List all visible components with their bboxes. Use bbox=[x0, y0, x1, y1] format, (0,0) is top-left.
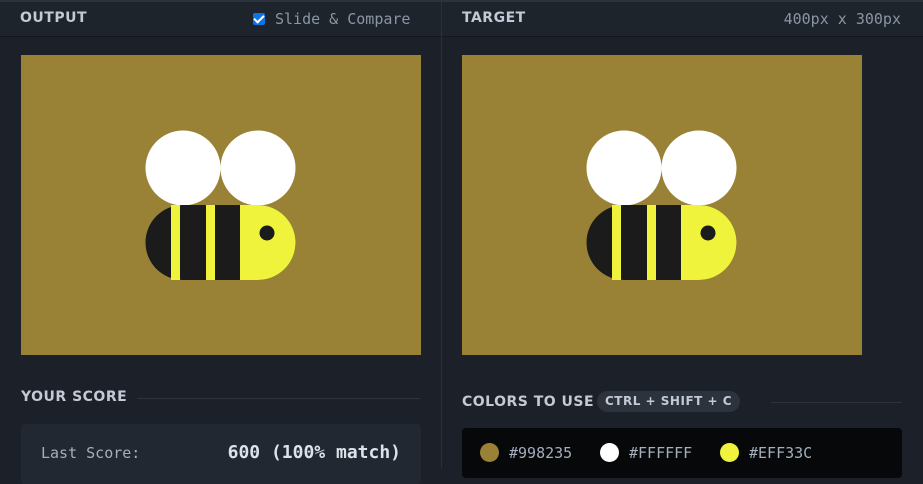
swatch-1[interactable]: #FFFFFF bbox=[600, 443, 692, 462]
bee-wing-left bbox=[145, 130, 221, 206]
swatch-label: #EFF33C bbox=[749, 443, 813, 462]
target-stripe-2 bbox=[647, 205, 656, 280]
color-dot bbox=[720, 443, 739, 462]
color-dot bbox=[480, 443, 499, 462]
output-bee-image bbox=[21, 55, 421, 355]
app: OUTPUT Slide & Compare YOUR SCORE Last S… bbox=[0, 0, 923, 484]
target-wing-right bbox=[661, 130, 737, 206]
target-canvas bbox=[462, 55, 862, 355]
output-title: OUTPUT bbox=[20, 10, 87, 26]
swatch-2[interactable]: #EFF33C bbox=[720, 443, 812, 462]
target-bee-image bbox=[462, 55, 862, 355]
color-dot bbox=[600, 443, 619, 462]
score-heading: YOUR SCORE bbox=[21, 389, 128, 405]
output-canvas[interactable] bbox=[21, 55, 421, 355]
last-score-card: Last Score: 600 (100% match) bbox=[21, 424, 421, 484]
score-divider bbox=[137, 398, 420, 399]
target-header: TARGET 400px x 300px bbox=[442, 2, 923, 37]
score-section-header: YOUR SCORE bbox=[21, 388, 420, 408]
copy-colors-shortcut: CTRL + SHIFT + C bbox=[597, 391, 741, 412]
output-panel: OUTPUT Slide & Compare YOUR SCORE Last S… bbox=[0, 2, 442, 484]
target-dimensions: 400px x 300px bbox=[783, 10, 901, 28]
colors-section-header: COLORS TO USE CTRL + SHIFT + C bbox=[462, 390, 902, 414]
target-stripe-1 bbox=[612, 205, 621, 280]
color-palette: #998235 #FFFFFF #EFF33C bbox=[462, 428, 902, 478]
colors-divider bbox=[771, 402, 902, 403]
bee-stripe-1 bbox=[171, 205, 180, 280]
swatch-label: #998235 bbox=[509, 443, 573, 462]
swatch-label: #FFFFFF bbox=[629, 443, 693, 462]
swatch-0[interactable]: #998235 bbox=[480, 443, 572, 462]
slide-compare-label: Slide & Compare bbox=[275, 10, 411, 28]
target-wing-left bbox=[586, 130, 662, 206]
slide-compare-toggle[interactable]: Slide & Compare bbox=[253, 10, 410, 28]
last-score-value: 600 (100% match) bbox=[227, 442, 401, 463]
bee-eye bbox=[259, 225, 275, 241]
target-panel: TARGET 400px x 300px COLORS TO USE CTRL … bbox=[442, 2, 923, 478]
colors-heading: COLORS TO USE bbox=[462, 394, 595, 410]
last-score-label: Last Score: bbox=[41, 444, 141, 462]
slide-compare-checkbox[interactable] bbox=[253, 13, 265, 25]
bee-stripe-2 bbox=[206, 205, 215, 280]
target-title: TARGET bbox=[462, 10, 526, 26]
bee-wing-right bbox=[220, 130, 296, 206]
target-eye bbox=[700, 225, 716, 241]
output-header: OUTPUT Slide & Compare bbox=[0, 2, 441, 37]
